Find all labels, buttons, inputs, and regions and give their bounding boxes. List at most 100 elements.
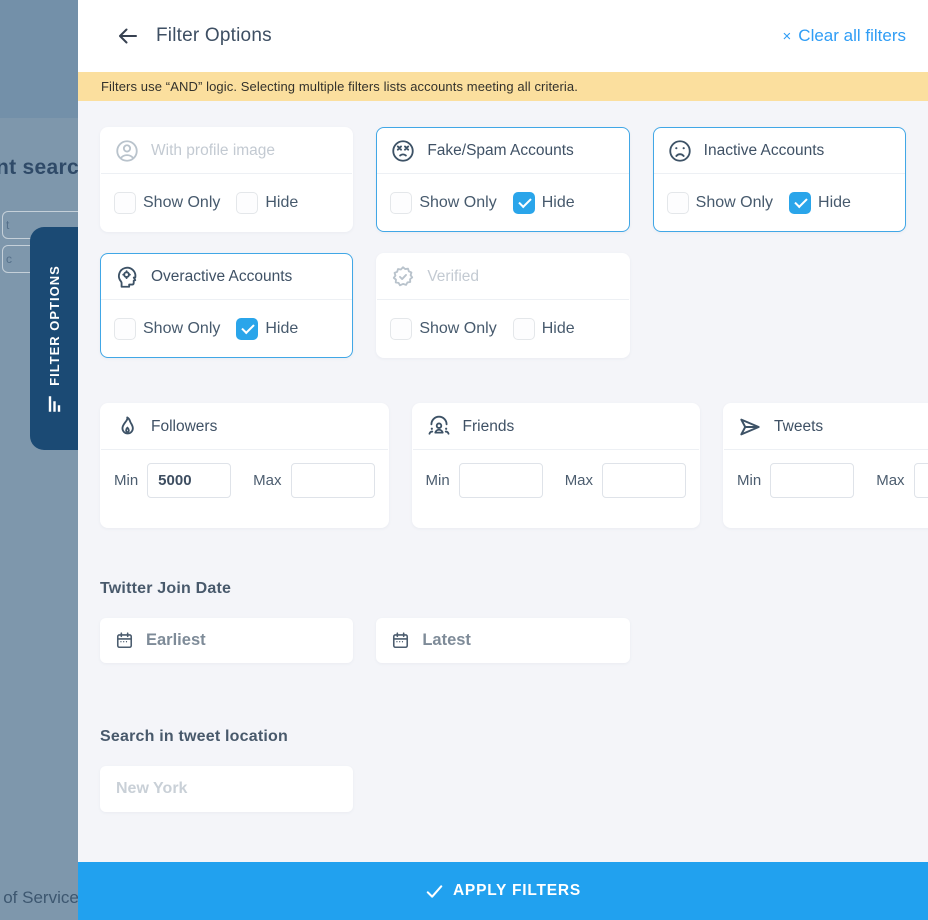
friends-group-icon bbox=[426, 414, 452, 440]
range-card-header: Tweets bbox=[724, 404, 928, 450]
filter-card-options: Show Only Hide bbox=[654, 174, 905, 231]
page-title: Filter Options bbox=[156, 25, 272, 47]
background-heading-fragment: nt search bbox=[0, 156, 78, 180]
panel-body: With profile image Show Only Hide Fake/S… bbox=[78, 127, 928, 812]
clear-all-filters-label: Clear all filters bbox=[798, 26, 906, 46]
filter-card-header: Inactive Accounts bbox=[654, 128, 905, 174]
filter-card-title: Fake/Spam Accounts bbox=[427, 142, 573, 160]
filter-card-header: Verified bbox=[377, 254, 628, 300]
followers-max-input[interactable] bbox=[291, 463, 375, 498]
hide-label: Hide bbox=[265, 320, 298, 338]
join-date-grid: Earliest Latest bbox=[100, 618, 906, 663]
info-banner: Filters use “AND” logic. Selecting multi… bbox=[78, 72, 928, 101]
background-footer-fragment: s of Service bbox=[0, 888, 78, 908]
filter-card-options: Show Only Hide bbox=[101, 300, 352, 357]
toggle-filter-grid: With profile image Show Only Hide Fake/S… bbox=[100, 127, 906, 358]
range-card-title: Tweets bbox=[774, 418, 823, 436]
tweet-location-heading: Search in tweet location bbox=[100, 728, 906, 746]
fake-spam-face-icon bbox=[390, 138, 416, 164]
filter-card-title: Overactive Accounts bbox=[151, 268, 292, 286]
hide-label: Hide bbox=[542, 320, 575, 338]
apply-filters-button[interactable]: APPLY FILTERS bbox=[78, 862, 928, 920]
filter-card-options: Show Only Hide bbox=[101, 174, 352, 231]
followers-min-input[interactable] bbox=[147, 463, 231, 498]
min-label: Min bbox=[114, 472, 138, 489]
clear-all-filters-button[interactable]: × Clear all filters bbox=[783, 26, 906, 46]
show-only-checkbox[interactable] bbox=[667, 192, 689, 214]
calendar-icon bbox=[391, 631, 410, 650]
filter-card-overactive: Overactive Accounts Show Only Hide bbox=[100, 253, 353, 358]
friends-max-input[interactable] bbox=[602, 463, 686, 498]
head-gear-icon bbox=[114, 264, 140, 290]
profile-image-icon bbox=[114, 138, 140, 164]
latest-date-label: Latest bbox=[422, 631, 471, 650]
filter-options-tab-label: FILTER OPTIONS bbox=[47, 265, 62, 386]
filter-card-options: Show Only Hide bbox=[377, 300, 628, 357]
show-only-checkbox[interactable] bbox=[390, 192, 412, 214]
max-label: Max bbox=[565, 472, 593, 489]
join-date-heading: Twitter Join Date bbox=[100, 580, 906, 598]
range-filter-grid: Followers Min Max Fri bbox=[100, 403, 906, 528]
followers-flame-icon bbox=[114, 414, 140, 440]
apply-filters-label: APPLY FILTERS bbox=[453, 882, 581, 900]
filter-options-panel: Filter Options × Clear all filters Filte… bbox=[78, 0, 928, 920]
show-only-label: Show Only bbox=[143, 320, 220, 338]
range-card-title: Friends bbox=[463, 418, 515, 436]
verified-badge-icon bbox=[390, 264, 416, 290]
tweets-min-input[interactable] bbox=[770, 463, 854, 498]
filter-card-header: Overactive Accounts bbox=[101, 254, 352, 300]
filter-card-verified: Verified Show Only Hide bbox=[376, 253, 629, 358]
check-icon bbox=[425, 882, 444, 901]
min-label: Min bbox=[426, 472, 450, 489]
max-label: Max bbox=[253, 472, 281, 489]
show-only-label: Show Only bbox=[696, 194, 773, 212]
min-max-row: Min Max bbox=[413, 463, 700, 498]
earliest-date-field[interactable]: Earliest bbox=[100, 618, 353, 663]
filter-card-inactive: Inactive Accounts Show Only Hide bbox=[653, 127, 906, 232]
friends-range-card: Friends Min Max bbox=[412, 403, 701, 528]
hide-checkbox[interactable] bbox=[789, 192, 811, 214]
range-card-header: Followers bbox=[101, 404, 388, 450]
tweets-range-card: Tweets Min Max bbox=[723, 403, 928, 528]
filter-card-title: Verified bbox=[427, 268, 479, 286]
info-banner-text: Filters use “AND” logic. Selecting multi… bbox=[101, 79, 578, 94]
filter-options-screen: nt search t c FILTER OPTIONS s of Servic… bbox=[0, 0, 928, 920]
filter-lines-icon bbox=[46, 395, 63, 412]
tweet-location-input[interactable] bbox=[100, 766, 353, 812]
dimmed-background: nt search t c FILTER OPTIONS s of Servic… bbox=[0, 0, 78, 920]
hide-checkbox[interactable] bbox=[513, 318, 535, 340]
back-arrow-icon bbox=[116, 24, 140, 48]
filter-options-tab[interactable]: FILTER OPTIONS bbox=[30, 227, 78, 450]
min-max-row: Min Max bbox=[101, 463, 388, 498]
show-only-checkbox[interactable] bbox=[114, 318, 136, 340]
close-x-icon: × bbox=[783, 28, 792, 45]
min-label: Min bbox=[737, 472, 761, 489]
hide-label: Hide bbox=[265, 194, 298, 212]
tweets-max-input[interactable] bbox=[914, 463, 928, 498]
filter-card-fake-spam: Fake/Spam Accounts Show Only Hide bbox=[376, 127, 629, 232]
hide-checkbox[interactable] bbox=[513, 192, 535, 214]
show-only-label: Show Only bbox=[419, 320, 496, 338]
back-button[interactable] bbox=[114, 22, 142, 50]
latest-date-field[interactable]: Latest bbox=[376, 618, 629, 663]
friends-min-input[interactable] bbox=[459, 463, 543, 498]
filter-card-title: Inactive Accounts bbox=[704, 142, 825, 160]
filter-card-options: Show Only Hide bbox=[377, 174, 628, 231]
hide-checkbox[interactable] bbox=[236, 318, 258, 340]
calendar-icon bbox=[115, 631, 134, 650]
filter-card-header: With profile image bbox=[101, 128, 352, 174]
tweets-send-icon bbox=[737, 414, 763, 440]
filter-card-title: With profile image bbox=[151, 142, 275, 160]
range-card-header: Friends bbox=[413, 404, 700, 450]
show-only-label: Show Only bbox=[143, 194, 220, 212]
filter-card-header: Fake/Spam Accounts bbox=[377, 128, 628, 174]
show-only-label: Show Only bbox=[419, 194, 496, 212]
show-only-checkbox[interactable] bbox=[114, 192, 136, 214]
show-only-checkbox[interactable] bbox=[390, 318, 412, 340]
followers-range-card: Followers Min Max bbox=[100, 403, 389, 528]
range-card-title: Followers bbox=[151, 418, 217, 436]
hide-label: Hide bbox=[542, 194, 575, 212]
hide-label: Hide bbox=[818, 194, 851, 212]
earliest-date-label: Earliest bbox=[146, 631, 206, 650]
hide-checkbox[interactable] bbox=[236, 192, 258, 214]
